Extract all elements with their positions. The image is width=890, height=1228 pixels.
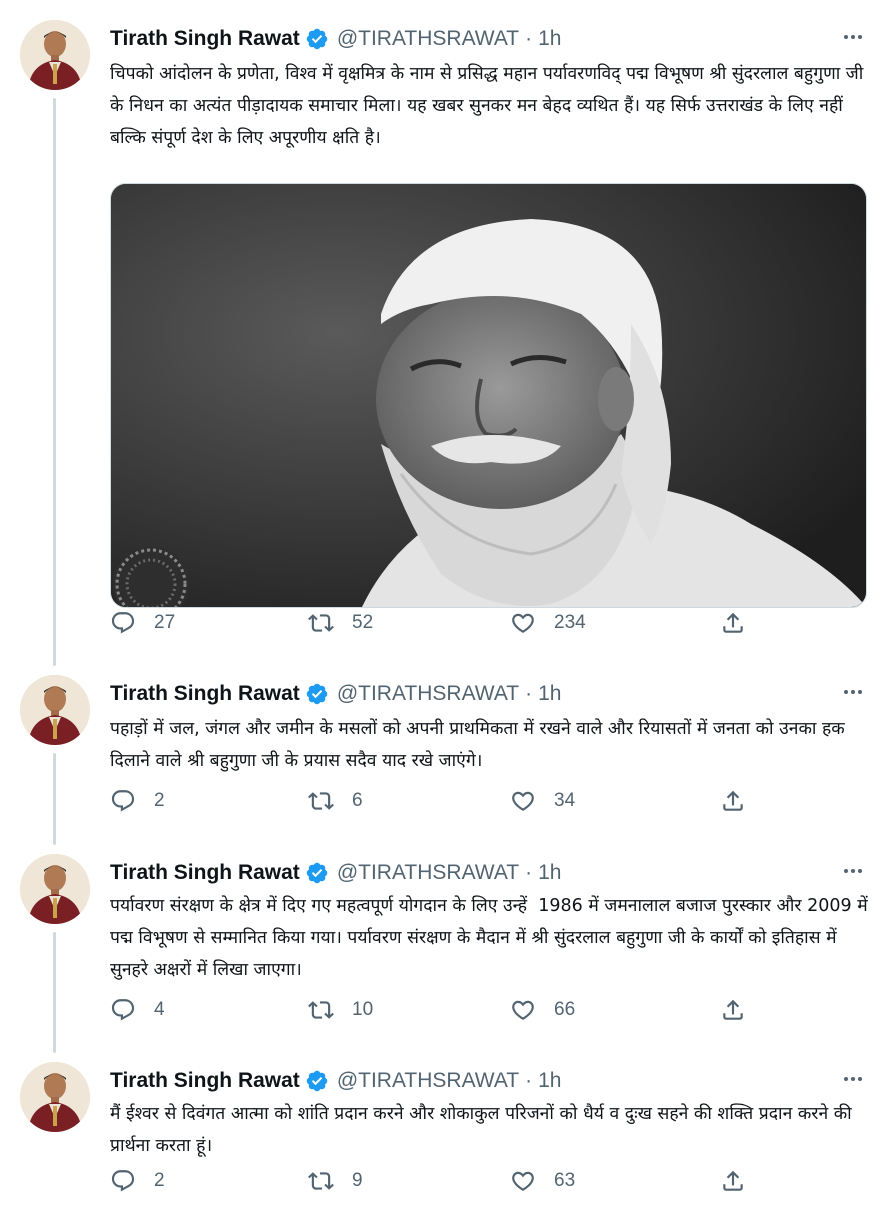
tweet-text: मैं ईश्वर से दिवंगत आत्मा को शांति प्रदा… bbox=[110, 1104, 858, 1156]
tweet-header: Tirath Singh Rawat @TIRATHSRAWAT · 1h bbox=[110, 1066, 561, 1096]
retweet-count: 52 bbox=[352, 612, 374, 633]
tweet-actions: 4 10 66 bbox=[110, 995, 760, 1025]
verified-badge-icon bbox=[305, 1069, 329, 1093]
share-button[interactable] bbox=[720, 995, 746, 1025]
tweet-actions: 2 6 34 bbox=[110, 786, 760, 816]
share-icon bbox=[720, 610, 746, 636]
like-count: 234 bbox=[554, 612, 586, 633]
share-icon bbox=[720, 788, 746, 814]
more-icon[interactable] bbox=[838, 679, 868, 705]
author-handle[interactable]: @TIRATHSRAWAT bbox=[337, 682, 519, 706]
retweet-count: 10 bbox=[352, 999, 374, 1020]
separator-dot: · bbox=[525, 1069, 533, 1092]
author-handle[interactable]: @TIRATHSRAWAT bbox=[337, 861, 519, 885]
retweet-icon bbox=[308, 1168, 334, 1194]
tweet[interactable]: Tirath Singh Rawat @TIRATHSRAWAT · 1h पह… bbox=[0, 675, 890, 835]
tweet[interactable]: Tirath Singh Rawat @TIRATHSRAWAT · 1h मै… bbox=[0, 1062, 890, 1222]
verified-badge-icon bbox=[305, 682, 329, 706]
author-name[interactable]: Tirath Singh Rawat bbox=[110, 27, 300, 51]
share-button[interactable] bbox=[720, 786, 746, 816]
heart-icon bbox=[510, 788, 536, 814]
like-count: 63 bbox=[554, 1170, 576, 1191]
like-button[interactable]: 63 bbox=[510, 1166, 575, 1196]
reply-icon bbox=[110, 1168, 136, 1194]
tweet-actions: 2 9 63 bbox=[110, 1166, 760, 1196]
share-icon bbox=[720, 1168, 746, 1194]
avatar[interactable] bbox=[20, 854, 90, 924]
tweet[interactable]: Tirath Singh Rawat @TIRATHSRAWAT · 1h पर… bbox=[0, 854, 890, 1044]
retweet-button[interactable]: 6 bbox=[308, 786, 363, 816]
more-icon[interactable] bbox=[838, 858, 868, 884]
separator-dot: · bbox=[525, 27, 533, 50]
reply-icon bbox=[110, 997, 136, 1023]
share-button[interactable] bbox=[720, 1166, 746, 1196]
like-button[interactable]: 234 bbox=[510, 608, 586, 638]
share-icon bbox=[720, 997, 746, 1023]
share-button[interactable] bbox=[720, 608, 746, 638]
avatar-image bbox=[20, 1062, 90, 1132]
portrait-photo bbox=[111, 184, 866, 607]
author-name[interactable]: Tirath Singh Rawat bbox=[110, 861, 300, 885]
timestamp[interactable]: 1h bbox=[538, 1069, 561, 1093]
timestamp[interactable]: 1h bbox=[538, 682, 561, 706]
verified-badge-icon bbox=[305, 27, 329, 51]
reply-button[interactable]: 4 bbox=[110, 995, 165, 1025]
retweet-button[interactable]: 52 bbox=[308, 608, 373, 638]
tweet-header: Tirath Singh Rawat @TIRATHSRAWAT · 1h bbox=[110, 679, 561, 709]
reply-count: 27 bbox=[154, 612, 176, 633]
reply-count: 4 bbox=[154, 999, 165, 1020]
author-handle[interactable]: @TIRATHSRAWAT bbox=[337, 1069, 519, 1093]
retweet-icon bbox=[308, 788, 334, 814]
reply-icon bbox=[110, 610, 136, 636]
separator-dot: · bbox=[525, 682, 533, 705]
tweet-text: पहाड़ों में जल, जंगल और जमीन के मसलों को… bbox=[110, 719, 851, 771]
reply-count: 2 bbox=[154, 790, 165, 811]
retweet-icon bbox=[308, 610, 334, 636]
timestamp[interactable]: 1h bbox=[538, 861, 561, 885]
author-handle[interactable]: @TIRATHSRAWAT bbox=[337, 27, 519, 51]
avatar-image bbox=[20, 675, 90, 745]
like-count: 34 bbox=[554, 790, 576, 811]
retweet-count: 6 bbox=[352, 790, 363, 811]
more-icon[interactable] bbox=[838, 1066, 868, 1092]
tweet-text: पर्यावरण संरक्षण के क्षेत्र में दिए गए म… bbox=[110, 896, 874, 980]
tweet-header: Tirath Singh Rawat @TIRATHSRAWAT · 1h bbox=[110, 24, 561, 54]
avatar[interactable] bbox=[20, 1062, 90, 1132]
author-name[interactable]: Tirath Singh Rawat bbox=[110, 1069, 300, 1093]
reply-button[interactable]: 2 bbox=[110, 1166, 165, 1196]
like-button[interactable]: 66 bbox=[510, 995, 575, 1025]
like-count: 66 bbox=[554, 999, 576, 1020]
heart-icon bbox=[510, 610, 536, 636]
tweet-header: Tirath Singh Rawat @TIRATHSRAWAT · 1h bbox=[110, 858, 561, 888]
tweet[interactable]: Tirath Singh Rawat @TIRATHSRAWAT · 1h चि… bbox=[0, 20, 890, 660]
avatar-image bbox=[20, 854, 90, 924]
tweet-photo[interactable] bbox=[110, 183, 867, 608]
reply-button[interactable]: 2 bbox=[110, 786, 165, 816]
separator-dot: · bbox=[525, 861, 533, 884]
tweet-actions: 27 52 234 bbox=[110, 608, 760, 638]
avatar-image bbox=[20, 20, 90, 90]
reply-count: 2 bbox=[154, 1170, 165, 1191]
retweet-button[interactable]: 10 bbox=[308, 995, 373, 1025]
heart-icon bbox=[510, 997, 536, 1023]
like-button[interactable]: 34 bbox=[510, 786, 575, 816]
verified-badge-icon bbox=[305, 861, 329, 885]
avatar[interactable] bbox=[20, 20, 90, 90]
more-icon[interactable] bbox=[838, 24, 868, 50]
retweet-icon bbox=[308, 997, 334, 1023]
reply-icon bbox=[110, 788, 136, 814]
avatar[interactable] bbox=[20, 675, 90, 745]
heart-icon bbox=[510, 1168, 536, 1194]
reply-button[interactable]: 27 bbox=[110, 608, 175, 638]
author-name[interactable]: Tirath Singh Rawat bbox=[110, 682, 300, 706]
retweet-count: 9 bbox=[352, 1170, 363, 1191]
retweet-button[interactable]: 9 bbox=[308, 1166, 363, 1196]
timestamp[interactable]: 1h bbox=[538, 27, 561, 51]
tweet-text: चिपको आंदोलन के प्रणेता, विश्व में वृक्ष… bbox=[110, 64, 869, 148]
